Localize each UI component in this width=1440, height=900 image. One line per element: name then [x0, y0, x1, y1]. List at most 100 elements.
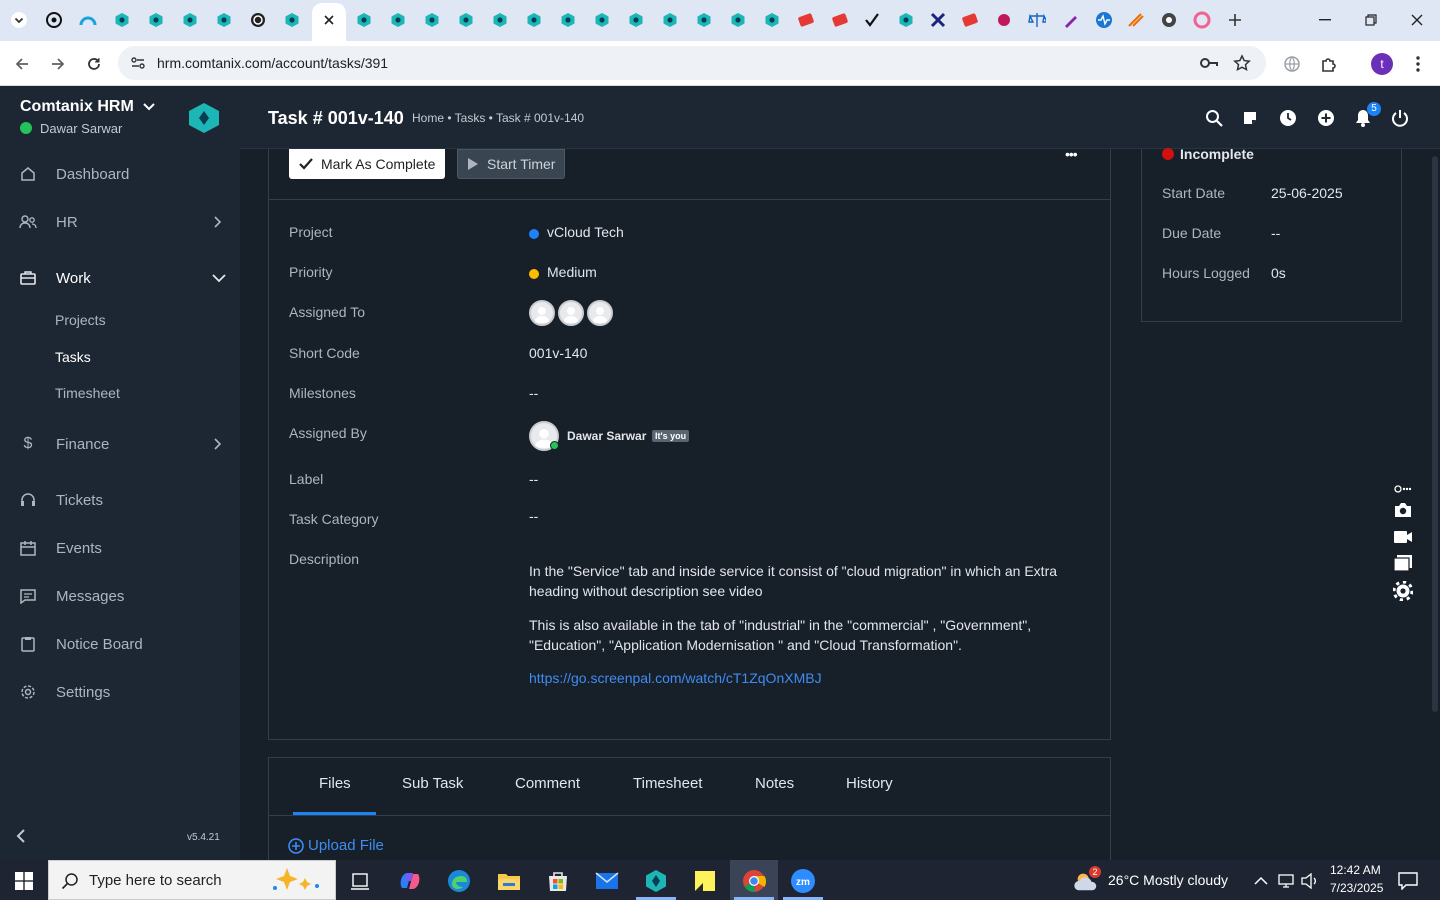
upload-file-button[interactable]: Upload File: [288, 837, 384, 854]
tab-favicon-scale-icon[interactable]: [1028, 11, 1046, 29]
collapse-sidebar-icon[interactable]: [15, 829, 27, 843]
taskbar-search-box[interactable]: Type here to search: [48, 860, 336, 900]
edge-icon[interactable]: [446, 868, 472, 894]
tab-favicon-mail-icon[interactable]: [961, 11, 979, 29]
sidebar-item-events[interactable]: Events: [0, 530, 240, 566]
sticky-notes-icon[interactable]: [692, 868, 718, 894]
new-tab-icon[interactable]: [1226, 11, 1244, 29]
sidebar-item-messages[interactable]: Messages: [0, 578, 240, 614]
file-explorer-icon[interactable]: [496, 868, 522, 894]
power-icon[interactable]: [1390, 108, 1410, 128]
tab-notes[interactable]: Notes: [755, 775, 794, 792]
tab-favicon-mail-icon[interactable]: [831, 11, 849, 29]
tab-favicon-comtanix-icon[interactable]: [457, 11, 475, 29]
app-logo-icon[interactable]: [187, 102, 221, 134]
weather-text[interactable]: 26°C Mostly cloudy: [1108, 872, 1228, 888]
assigned-by-name[interactable]: Dawar Sarwar: [567, 429, 646, 443]
breadcrumb[interactable]: Home • Tasks • Task # 001v-140: [412, 111, 584, 125]
tab-favicon-ball-icon[interactable]: [995, 11, 1013, 29]
sidebar-item-settings[interactable]: Settings: [0, 674, 240, 710]
tab-search-dropdown-icon[interactable]: [10, 11, 28, 29]
tab-favicon-mail-icon[interactable]: [797, 11, 815, 29]
tab-favicon-comtanix-icon[interactable]: [113, 11, 131, 29]
video-camera-icon[interactable]: [1393, 527, 1413, 547]
start-timer-button[interactable]: Start Timer: [457, 149, 565, 179]
tab-favicon-threads-icon[interactable]: [45, 11, 63, 29]
camera-icon[interactable]: [1393, 500, 1413, 520]
tab-timesheet[interactable]: Timesheet: [633, 775, 702, 792]
tab-favicon-comtanix-icon[interactable]: [729, 11, 747, 29]
company-dropdown-icon[interactable]: [143, 102, 155, 112]
sidebar-item-work[interactable]: Work: [0, 260, 240, 296]
tab-sub-task[interactable]: Sub Task: [402, 775, 463, 792]
sidebar-subitem-projects[interactable]: Projects: [55, 312, 106, 328]
tab-favicon-ring-icon[interactable]: [1193, 11, 1211, 29]
page-scrollbar[interactable]: [1432, 156, 1438, 712]
tab-favicon-wave-icon[interactable]: [79, 11, 97, 29]
search-icon[interactable]: [1204, 108, 1224, 128]
tab-favicon-comtanix-icon[interactable]: [897, 11, 915, 29]
copilot-icon[interactable]: [397, 868, 423, 894]
tab-favicon-comtanix-icon[interactable]: [389, 11, 407, 29]
clock-date[interactable]: 7/23/2025: [1330, 881, 1383, 895]
tab-files[interactable]: Files: [319, 775, 351, 792]
tab-favicon-globe-icon[interactable]: [1160, 11, 1178, 29]
restore-icon[interactable]: [1360, 10, 1382, 30]
translate-globe-icon[interactable]: [1281, 53, 1303, 75]
site-info-icon[interactable]: [130, 55, 146, 71]
close-window-icon[interactable]: [1406, 10, 1428, 30]
extensions-icon[interactable]: [1318, 53, 1340, 75]
comtanix-app-icon[interactable]: [643, 868, 669, 894]
profile-avatar[interactable]: t: [1371, 53, 1393, 75]
chevron-up-icon[interactable]: [1251, 868, 1271, 894]
notifications-icon[interactable]: [1395, 868, 1421, 894]
sidebar-subitem-timesheet[interactable]: Timesheet: [55, 385, 120, 401]
tab-history[interactable]: History: [846, 775, 893, 792]
windows-start-icon[interactable]: [11, 868, 37, 894]
minimize-icon[interactable]: [1314, 10, 1336, 30]
sidebar-item-notice-board[interactable]: Notice Board: [0, 626, 240, 662]
description-video-link[interactable]: https://go.screenpal.com/watch/cT1ZqOnXM…: [529, 670, 822, 686]
zoom-icon[interactable]: zm: [790, 868, 816, 894]
sticky-note-icon[interactable]: [1240, 108, 1260, 128]
tab-favicon-comtanix-icon[interactable]: [215, 11, 233, 29]
avatar[interactable]: [558, 300, 584, 326]
back-icon[interactable]: [11, 53, 33, 75]
sidebar-subitem-tasks[interactable]: Tasks: [55, 349, 91, 365]
tab-favicon-comtanix-icon[interactable]: [355, 11, 373, 29]
mail-icon[interactable]: [594, 868, 620, 894]
tab-favicon-comtanix-icon[interactable]: [283, 11, 301, 29]
tab-favicon-comtanix-icon[interactable]: [695, 11, 713, 29]
mark-complete-button[interactable]: Mark As Complete: [289, 149, 445, 179]
gallery-icon[interactable]: [1393, 553, 1413, 573]
forward-icon[interactable]: [47, 53, 69, 75]
company-name[interactable]: Comtanix HRM: [20, 98, 134, 116]
tab-favicon-comtanix-icon[interactable]: [763, 11, 781, 29]
project-value[interactable]: vCloud Tech: [547, 224, 624, 240]
avatar[interactable]: [529, 300, 555, 326]
browser-menu-icon[interactable]: [1407, 53, 1429, 75]
password-key-icon[interactable]: [1199, 55, 1219, 71]
tab-favicon-check-icon[interactable]: [863, 11, 881, 29]
tab-favicon-comtanix-icon[interactable]: [147, 11, 165, 29]
tab-favicon-comtanix-icon[interactable]: [525, 11, 543, 29]
tab-favicon-target-icon[interactable]: [249, 11, 267, 29]
volume-icon[interactable]: [1299, 868, 1321, 894]
chrome-icon[interactable]: [741, 868, 767, 894]
gear-icon[interactable]: [1393, 581, 1413, 601]
tab-favicon-comtanix-icon[interactable]: [661, 11, 679, 29]
recorder-menu-icon[interactable]: [1393, 482, 1413, 496]
reload-icon[interactable]: [83, 53, 105, 75]
address-bar[interactable]: hrm.comtanix.com/account/tasks/391: [118, 46, 1266, 80]
sidebar-item-tickets[interactable]: Tickets: [0, 482, 240, 518]
tab-favicon-comtanix-icon[interactable]: [593, 11, 611, 29]
task-view-icon[interactable]: [347, 868, 373, 894]
add-circle-icon[interactable]: [1316, 108, 1336, 128]
tab-favicon-comtanix-icon[interactable]: [181, 11, 199, 29]
clock-time[interactable]: 12:42 AM: [1330, 863, 1381, 877]
more-options-icon[interactable]: •••: [1065, 146, 1078, 162]
tab-favicon-comtanix-icon[interactable]: [423, 11, 441, 29]
tab-favicon-pen-icon[interactable]: [1062, 11, 1080, 29]
avatar[interactable]: [587, 300, 613, 326]
sidebar-item-finance[interactable]: $ Finance: [0, 426, 240, 462]
